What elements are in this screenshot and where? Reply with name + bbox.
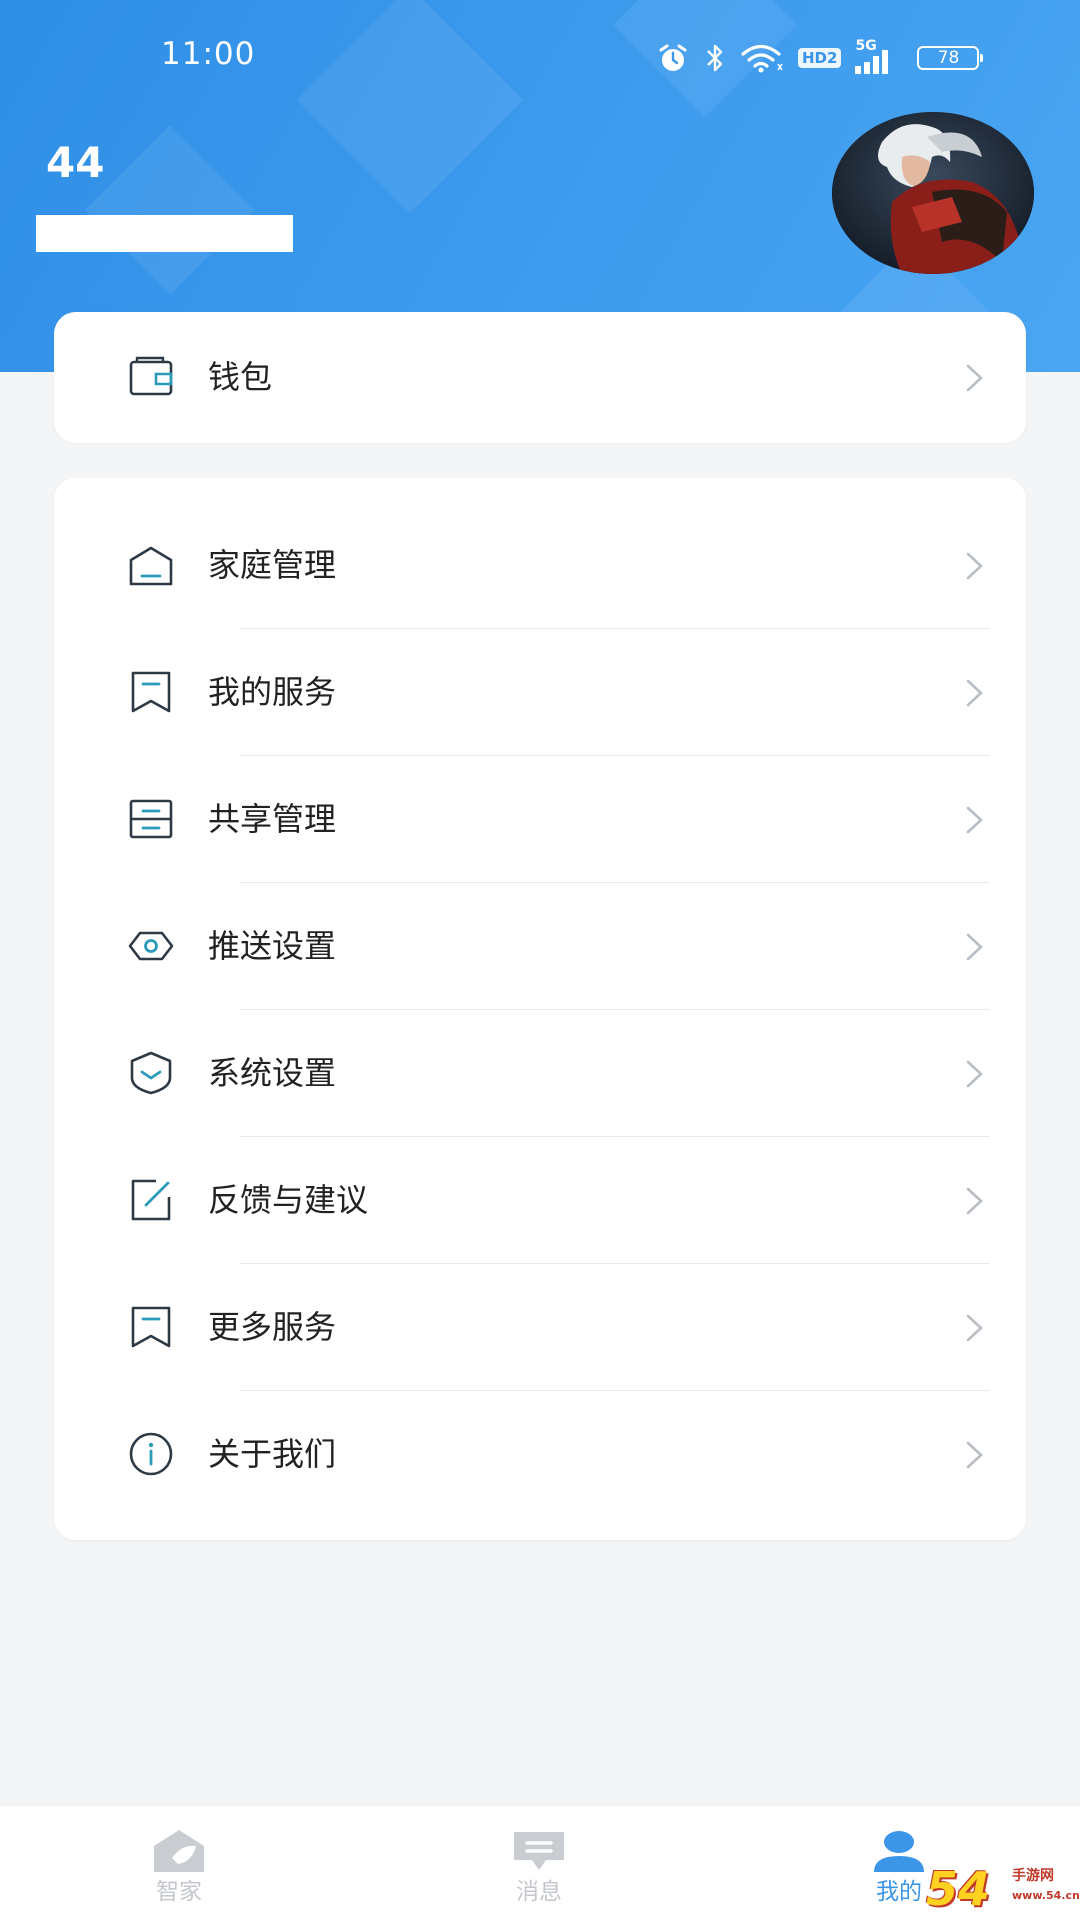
- push-icon: [128, 931, 174, 961]
- chevron-right-icon: [966, 552, 983, 580]
- menu-item-label: 我的服务: [208, 673, 337, 711]
- menu-item-family-management[interactable]: 家庭管理: [54, 502, 1026, 629]
- tab-messages[interactable]: 消息: [464, 1806, 614, 1920]
- status-bar: 11:00 HD2 5G 78: [0, 0, 1080, 110]
- menu-item-label: 反馈与建议: [208, 1181, 369, 1219]
- tab-label: 消息: [516, 1879, 562, 1905]
- wallet-icon: [129, 356, 173, 396]
- info-icon: [129, 1432, 173, 1476]
- watermark-text-bottom: www.54.cn: [1012, 1889, 1080, 1902]
- watermark: 54 手游网 www.54.cn: [926, 1862, 1080, 1916]
- house-leaf-icon: [154, 1830, 204, 1872]
- chevron-right-icon: [966, 364, 983, 392]
- edit-icon: [131, 1179, 171, 1221]
- wifi-icon: [741, 44, 783, 73]
- message-icon: [514, 1832, 564, 1870]
- status-icons: HD2 5G 78: [656, 38, 984, 78]
- chevron-right-icon: [966, 679, 983, 707]
- bookmark-icon: [131, 1306, 171, 1348]
- home-icon: [129, 546, 173, 586]
- user-number: 44: [46, 138, 105, 187]
- bottom-tab-bar: 智家 消息 我的: [0, 1806, 1080, 1920]
- person-icon: [874, 1831, 924, 1872]
- bookmark-icon: [131, 671, 171, 713]
- battery-icon: 78: [917, 46, 984, 70]
- menu-item-label: 共享管理: [208, 800, 337, 838]
- menu-item-more-services[interactable]: 更多服务: [54, 1264, 1026, 1391]
- chevron-right-icon: [966, 1441, 983, 1469]
- chevron-right-icon: [966, 933, 983, 961]
- shield-icon: [130, 1051, 172, 1095]
- menu-item-label: 更多服务: [208, 1308, 337, 1346]
- wallet-card: 钱包: [54, 312, 1026, 443]
- signal-icon: 5G: [855, 38, 903, 74]
- avatar[interactable]: [832, 112, 1034, 274]
- menu-item-about-us[interactable]: 关于我们: [54, 1391, 1026, 1518]
- tab-label: 智家: [156, 1879, 202, 1905]
- user-subtitle-redacted: [36, 215, 293, 252]
- status-time: 11:00: [161, 36, 256, 72]
- tab-smart-home[interactable]: 智家: [104, 1806, 254, 1920]
- menu-item-label: 关于我们: [208, 1435, 337, 1473]
- chevron-right-icon: [966, 1060, 983, 1088]
- menu-item-share-management[interactable]: 共享管理: [54, 756, 1026, 883]
- menu-item-my-services[interactable]: 我的服务: [54, 629, 1026, 756]
- watermark-text: 手游网 www.54.cn: [1012, 1866, 1080, 1906]
- menu-item-wallet[interactable]: 钱包: [54, 314, 1026, 441]
- share-stack-icon: [129, 799, 173, 839]
- chevron-right-icon: [966, 1187, 983, 1215]
- header-decoration: [85, 125, 255, 295]
- hd-icon: HD2: [798, 48, 842, 68]
- menu-item-system-settings[interactable]: 系统设置: [54, 1010, 1026, 1137]
- alarm-icon: [659, 44, 687, 71]
- chevron-right-icon: [966, 806, 983, 834]
- menu-card: 家庭管理 我的服务 共享管理 推送设置 系统设置 反馈与建议 更多服务 关于我们: [54, 478, 1026, 1540]
- avatar-image: [832, 112, 1034, 274]
- menu-item-label: 家庭管理: [208, 546, 337, 584]
- watermark-logo: 54: [926, 1862, 991, 1916]
- menu-item-label: 推送设置: [208, 927, 337, 965]
- menu-item-label: 钱包: [208, 358, 273, 396]
- chevron-right-icon: [966, 1314, 983, 1342]
- menu-item-push-settings[interactable]: 推送设置: [54, 883, 1026, 1010]
- menu-item-feedback[interactable]: 反馈与建议: [54, 1137, 1026, 1264]
- menu-item-label: 系统设置: [208, 1054, 337, 1092]
- watermark-text-top: 手游网: [1012, 1868, 1054, 1884]
- bluetooth-icon: [707, 44, 723, 72]
